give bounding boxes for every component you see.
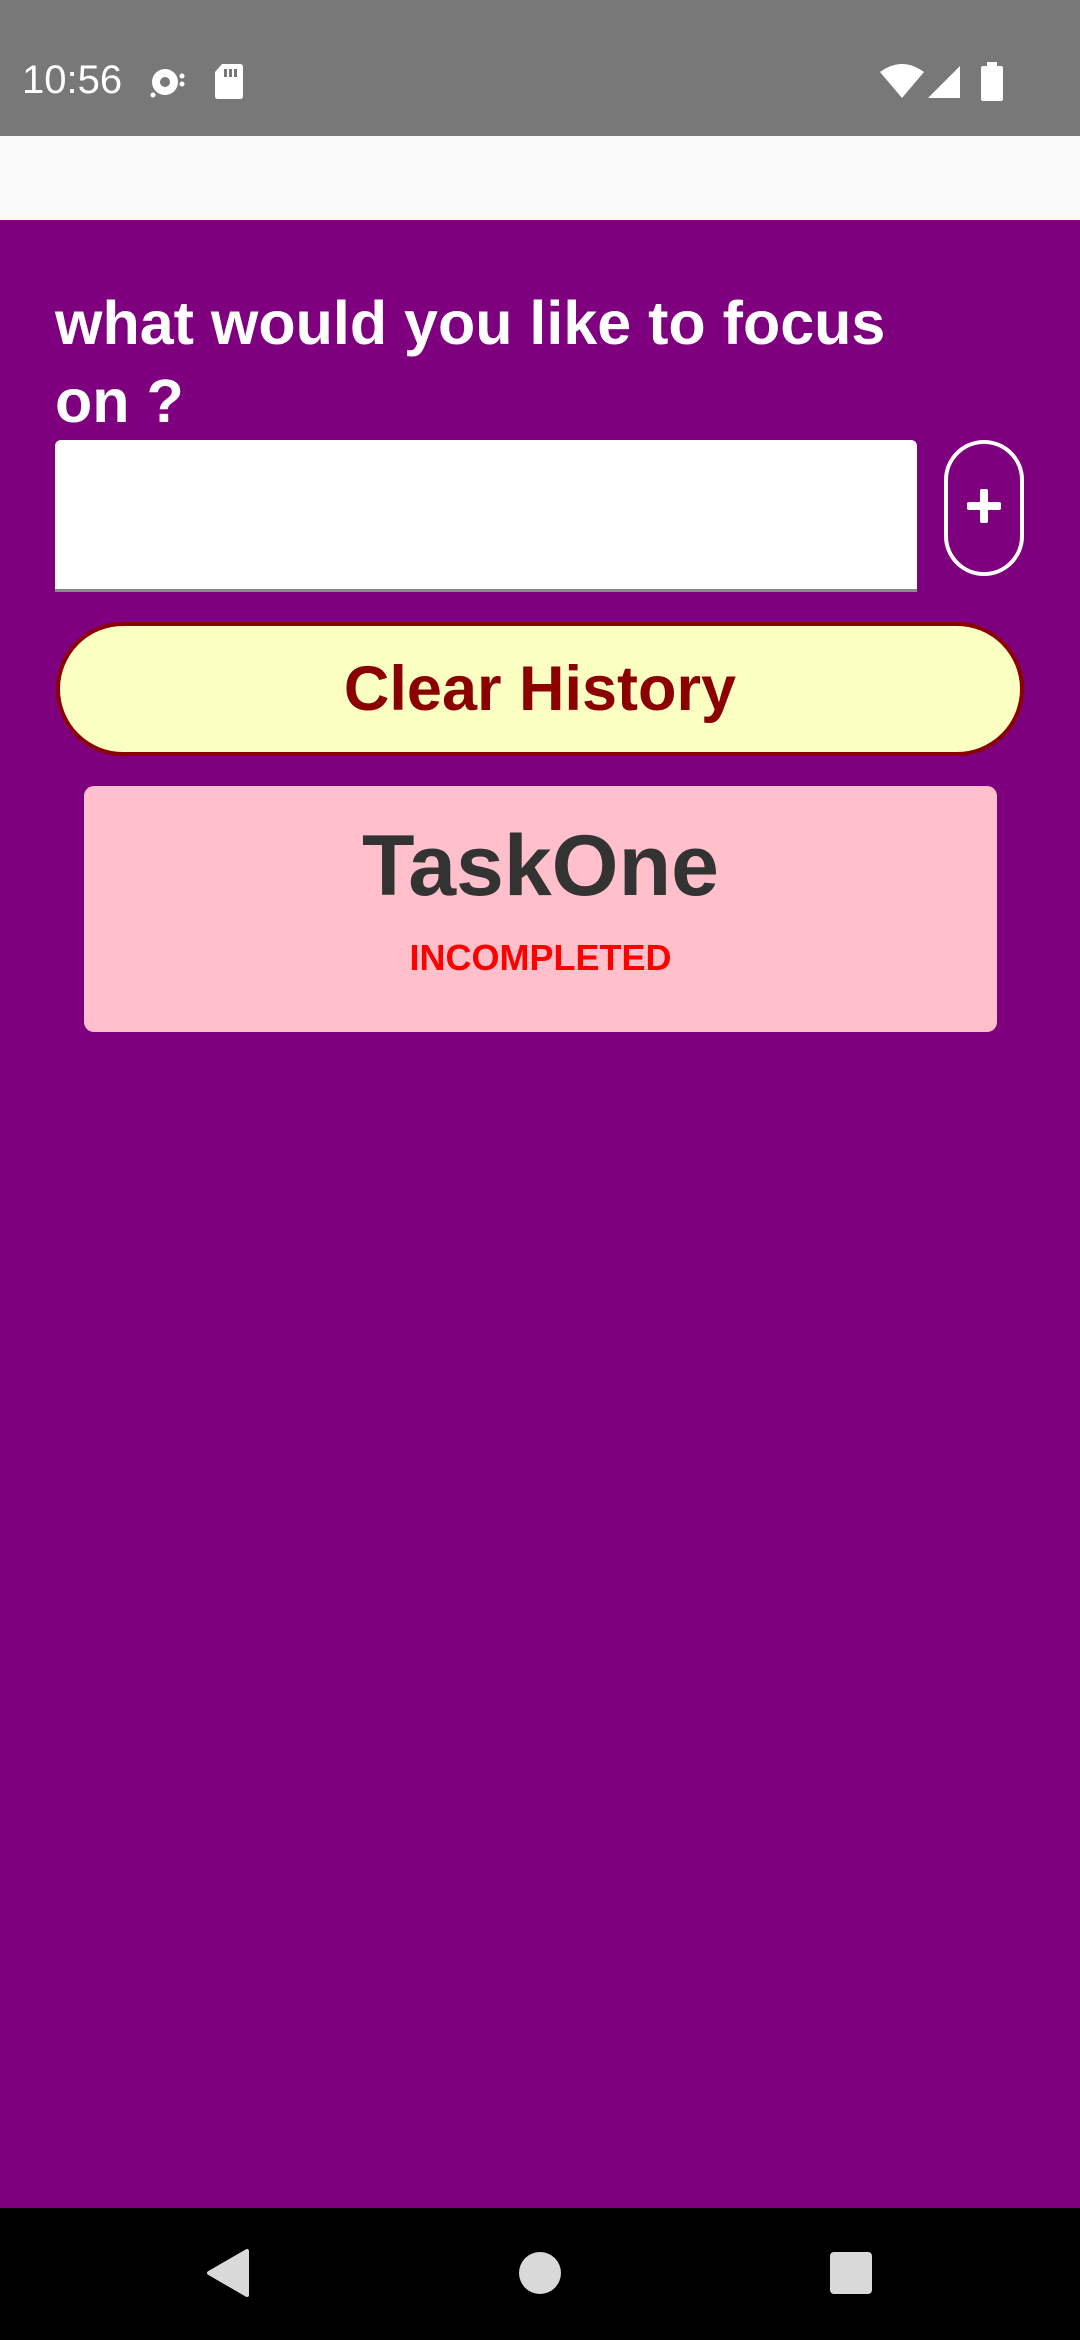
sync-icon <box>148 64 188 100</box>
navigation-bar <box>0 2208 1080 2340</box>
add-task-button[interactable] <box>944 440 1024 576</box>
back-icon <box>203 2247 251 2304</box>
home-icon <box>517 2250 563 2301</box>
status-time: 10:56 <box>22 58 123 102</box>
task-status: INCOMPLETED <box>409 937 672 978</box>
plus-icon <box>964 486 1004 531</box>
wifi-icon <box>880 64 924 100</box>
cell-signal-icon <box>926 64 962 100</box>
main-content: what would you like to focus on ? Clear … <box>0 220 1080 2208</box>
app-screen: 10:56 what would you like to focus on ? … <box>0 0 1080 2340</box>
battery-icon <box>980 62 1004 102</box>
home-button[interactable] <box>495 2230 585 2320</box>
status-bar: 10:56 <box>0 0 1080 136</box>
task-title: TaskOne <box>362 818 719 914</box>
recents-button[interactable] <box>806 2230 896 2320</box>
recents-icon <box>829 2251 873 2300</box>
back-button[interactable] <box>182 2230 272 2320</box>
sd-card-icon <box>214 62 244 100</box>
focus-prompt: what would you like to focus on ? <box>55 289 886 435</box>
task-card[interactable]: TaskOne INCOMPLETED <box>84 786 997 1032</box>
app-bar <box>0 136 1080 220</box>
task-input[interactable] <box>55 440 917 592</box>
clear-history-button[interactable]: Clear History <box>56 622 1024 756</box>
